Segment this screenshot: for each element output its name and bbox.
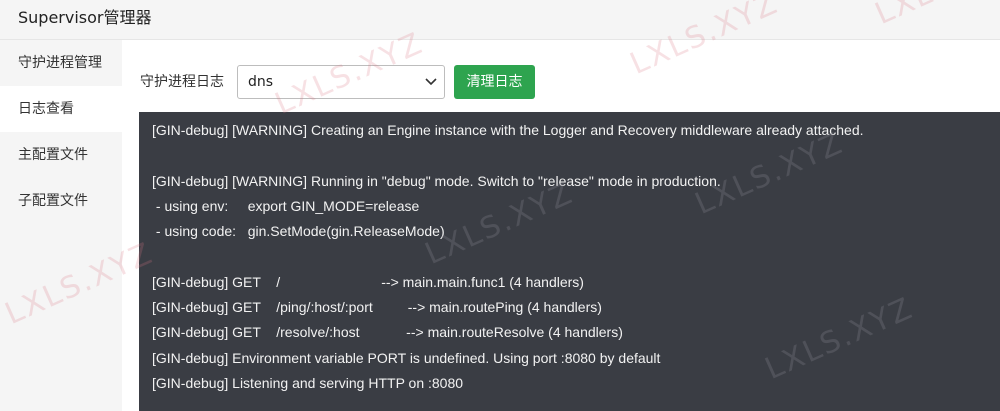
process-select[interactable]: dns: [237, 65, 445, 99]
sidebar: 守护进程管理 日志查看 主配置文件 子配置文件: [0, 40, 122, 411]
sidebar-item-process-management[interactable]: 守护进程管理: [0, 40, 122, 86]
process-select-value: dns: [248, 74, 274, 90]
main-content: 守护进程日志 dns 清理日志 [GIN-debug] [WARNING] Cr…: [122, 40, 1000, 411]
sidebar-item-label: 子配置文件: [18, 193, 88, 209]
log-line: - using code: gin.SetMode(gin.ReleaseMod…: [152, 223, 445, 240]
log-line: [GIN-debug] GET /ping/:host/:port --> ma…: [152, 299, 602, 316]
log-line: [GIN-debug] GET / --> main.main.func1 (4…: [152, 273, 584, 290]
sidebar-item-main-config[interactable]: 主配置文件: [0, 132, 122, 178]
process-log-label: 守护进程日志: [140, 74, 224, 90]
sidebar-item-label: 日志查看: [18, 101, 74, 117]
log-line: [GIN-debug] Listening and serving HTTP o…: [152, 374, 464, 391]
log-line: [GIN-debug] GET /resolve/:host --> main.…: [152, 324, 623, 341]
app-header: Supervisor管理器: [0, 0, 1000, 40]
chevron-down-icon: [424, 74, 438, 90]
app-title: Supervisor管理器: [18, 8, 152, 27]
sidebar-item-log-view[interactable]: 日志查看: [0, 86, 122, 132]
log-line: - using env: export GIN_MODE=release: [152, 197, 420, 214]
log-console[interactable]: [GIN-debug] [WARNING] Creating an Engine…: [139, 112, 1000, 411]
log-line: [GIN-debug] [WARNING] Running in "debug"…: [152, 172, 721, 189]
log-line: [GIN-debug] [WARNING] Creating an Engine…: [152, 122, 864, 138]
supervisor-app: Supervisor管理器 守护进程管理 日志查看 主配置文件 子配置文件 守护…: [0, 0, 1000, 411]
clear-log-button[interactable]: 清理日志: [454, 65, 535, 99]
sidebar-item-sub-config[interactable]: 子配置文件: [0, 178, 122, 224]
log-line: [GIN-debug] Environment variable PORT is…: [152, 349, 661, 366]
sidebar-item-label: 守护进程管理: [18, 55, 102, 71]
sidebar-item-label: 主配置文件: [18, 147, 88, 163]
